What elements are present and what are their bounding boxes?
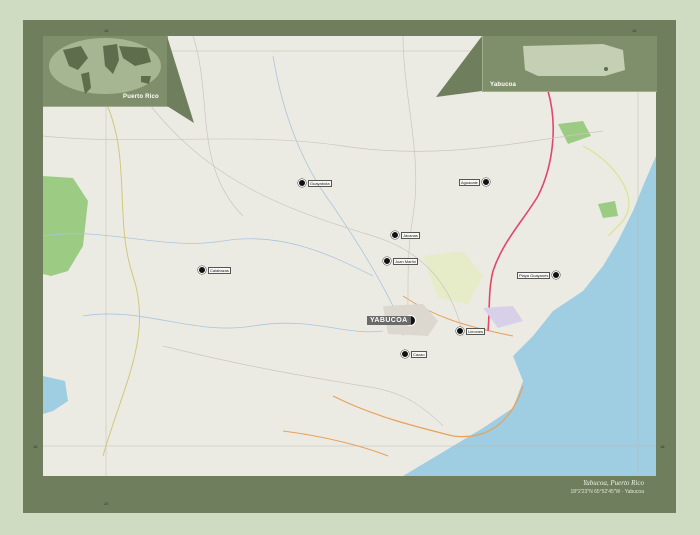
place-p8[interactable]: Cacao	[401, 350, 427, 358]
world-inset-label: Puerto Rico	[123, 94, 159, 100]
map-figure: Puerto Rico Yabucoa Guayabota Aguacate J…	[0, 0, 700, 535]
world-locator-inset: Puerto Rico	[43, 36, 168, 107]
place-p1[interactable]: Guayabota	[298, 179, 332, 187]
place-label: Guayabota	[308, 179, 332, 187]
place-p7[interactable]: Calabazas	[198, 266, 231, 274]
place-marker-icon	[298, 179, 306, 187]
world-inset-pointer	[167, 36, 194, 123]
place-label: Calabazas	[208, 266, 231, 274]
place-label: Cacao	[411, 350, 427, 358]
place-p5[interactable]: Playa Guayanés	[517, 271, 561, 279]
region-inset-pointer	[436, 36, 482, 97]
main-place-label: YABUCOA	[367, 316, 411, 325]
place-p4[interactable]: Juan Martín	[383, 257, 419, 265]
place-marker-icon	[552, 271, 561, 279]
place-marker-icon	[481, 178, 490, 186]
place-label: Limones	[466, 327, 486, 335]
caption-title: Yabucoa, Puerto Rico	[583, 479, 644, 487]
tick-bottom-left: 20	[104, 501, 109, 506]
place-p2[interactable]: Aguacate	[459, 178, 490, 186]
region-inset-label: Yabucoa	[490, 82, 517, 88]
place-label: Playa Guayanés	[517, 271, 551, 279]
tick-side-left: 18	[33, 444, 38, 449]
place-marker-icon	[456, 327, 464, 335]
tick-top-left: 10	[104, 28, 109, 33]
place-marker-icon	[198, 266, 206, 274]
place-marker-icon	[383, 257, 391, 265]
tick-top-right: 10	[632, 28, 637, 33]
place-label: Juan Martín	[393, 257, 419, 265]
place-p3[interactable]: Jácanas	[391, 231, 420, 239]
caption-coordinates: 18°2'23"N 65°52'45"W · Yabucoa	[570, 489, 645, 495]
tick-side-right: 18	[660, 444, 665, 449]
place-marker-icon	[391, 231, 399, 239]
map-footer: Yabucoa, Puerto Rico 18°2'23"N 65°52'45"…	[43, 476, 656, 500]
place-label: Aguacate	[459, 178, 480, 186]
place-p6[interactable]: Limones	[456, 327, 486, 335]
place-marker-icon	[401, 350, 409, 358]
place-label: Jácanas	[401, 231, 420, 239]
